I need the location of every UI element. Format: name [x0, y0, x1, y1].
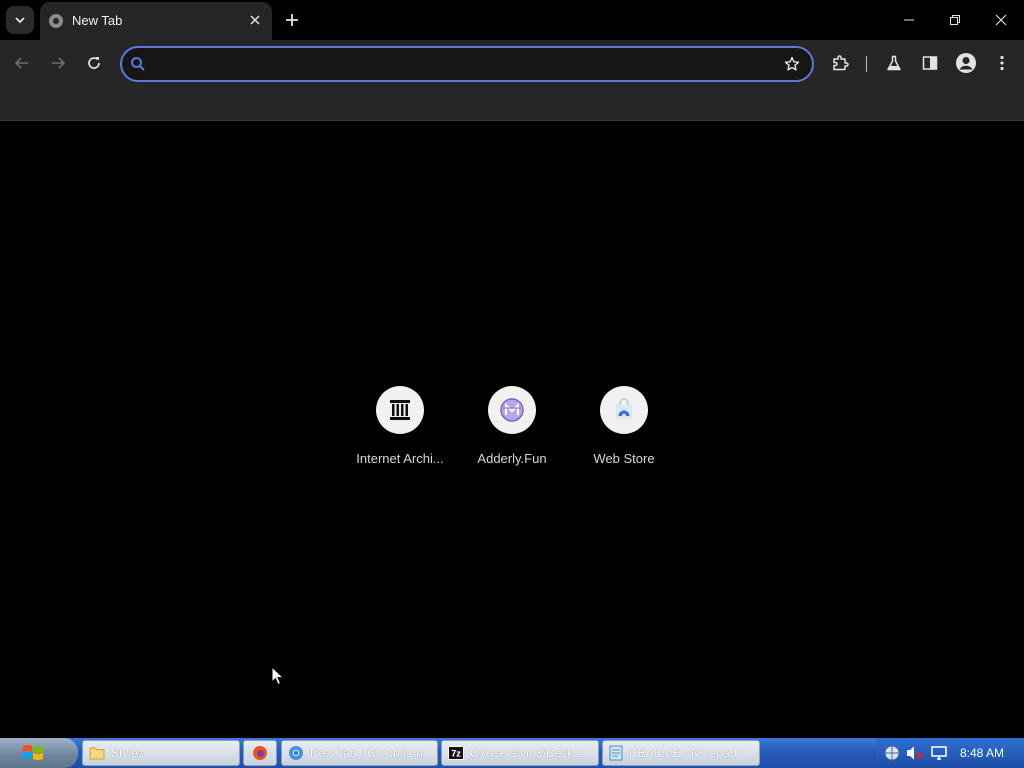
network-monitor-icon[interactable] — [931, 745, 949, 761]
star-icon[interactable] — [782, 54, 802, 74]
shortcut-tile[interactable]: Internet Archi... — [344, 386, 456, 476]
restore-window-button[interactable] — [932, 0, 978, 40]
minimize-icon — [903, 14, 915, 26]
clock[interactable]: 8:48 AM — [960, 746, 1004, 760]
search-icon — [130, 56, 146, 72]
plus-icon — [285, 13, 299, 27]
toolbar-separator — [866, 56, 867, 72]
taskbar: Styles New Tab - Chromium 7z C:\Users\vm… — [0, 738, 1024, 768]
puzzle-icon — [831, 54, 849, 72]
reload-button[interactable] — [81, 50, 107, 76]
close-icon — [995, 14, 1007, 26]
notepad-icon — [609, 745, 623, 761]
tab-search-button[interactable] — [6, 6, 34, 34]
internet-archive-icon — [388, 398, 412, 422]
side-panel-button[interactable] — [917, 50, 943, 76]
flask-icon — [886, 55, 902, 71]
svg-text:7z: 7z — [451, 749, 461, 759]
omnibox[interactable] — [120, 46, 814, 82]
volume-muted-icon[interactable] — [906, 745, 924, 761]
taskbar-button-7zip[interactable]: 7z C:\Users\vm3\Deskt... — [441, 740, 599, 766]
address-input[interactable] — [156, 52, 770, 78]
taskbar-button-label: C:\Users\vm3\Deskt... — [470, 746, 587, 760]
globe-icon[interactable] — [884, 745, 900, 761]
chevron-down-icon — [14, 14, 26, 26]
shortcut-tile[interactable]: Web Store — [568, 386, 680, 476]
back-button[interactable] — [9, 50, 35, 76]
avatar-icon — [955, 52, 977, 74]
bookmarks-bar — [0, 86, 1024, 121]
taskbar-button-label: New Tab - Chromium — [310, 746, 423, 760]
folder-icon — [89, 746, 105, 760]
chrome-labs-button[interactable] — [881, 50, 907, 76]
start-button[interactable] — [0, 738, 78, 768]
shortcut-icon-circle — [376, 386, 424, 434]
close-tab-icon[interactable] — [246, 11, 264, 29]
system-tray: 8:48 AM — [876, 738, 1024, 768]
taskbar-button-chromium[interactable]: New Tab - Chromium — [281, 740, 438, 766]
tab-strip: New Tab — [0, 0, 1024, 40]
taskbar-button-styles[interactable]: Styles — [82, 740, 240, 766]
taskbar-button-firefox[interactable] — [243, 740, 277, 766]
adderly-icon — [499, 397, 525, 423]
shortcut-label: Internet Archi... — [356, 451, 444, 466]
firefox-icon — [252, 745, 268, 761]
kebab-menu-icon — [1000, 55, 1004, 71]
restore-icon — [949, 14, 961, 26]
minimize-window-button[interactable] — [886, 0, 932, 40]
profile-button[interactable] — [953, 50, 979, 76]
shortcut-icon-circle — [600, 386, 648, 434]
forward-button[interactable] — [45, 50, 71, 76]
arrow-right-icon — [50, 55, 66, 71]
taskbar-button-label: README - Notepad — [629, 746, 737, 760]
taskbar-button-notepad[interactable]: README - Notepad — [602, 740, 760, 766]
windows-logo-icon — [22, 743, 44, 763]
side-panel-icon — [922, 55, 938, 71]
shortcut-label: Web Store — [593, 451, 655, 466]
7zip-icon: 7z — [448, 746, 464, 760]
chromium-icon — [288, 745, 304, 761]
browser-menu-button[interactable] — [989, 50, 1015, 76]
shortcut-tile[interactable]: Adderly.Fun — [456, 386, 568, 476]
chromium-favicon-icon — [48, 13, 64, 29]
reload-icon — [86, 55, 102, 71]
arrow-left-icon — [14, 55, 30, 71]
browser-toolbar — [0, 40, 1024, 86]
tab-title: New Tab — [72, 13, 123, 28]
shortcut-label: Adderly.Fun — [477, 451, 547, 466]
tab-new-tab[interactable]: New Tab — [40, 2, 272, 40]
taskbar-button-label: Styles — [111, 746, 144, 760]
close-window-button[interactable] — [978, 0, 1024, 40]
shortcut-icon-circle — [488, 386, 536, 434]
new-tab-button[interactable] — [280, 8, 304, 32]
extensions-button[interactable] — [827, 50, 853, 76]
new-tab-page: Internet Archi... Adderly.Fun Web Store — [0, 121, 1024, 738]
mouse-cursor-icon — [271, 666, 285, 686]
web-store-icon — [611, 397, 637, 423]
